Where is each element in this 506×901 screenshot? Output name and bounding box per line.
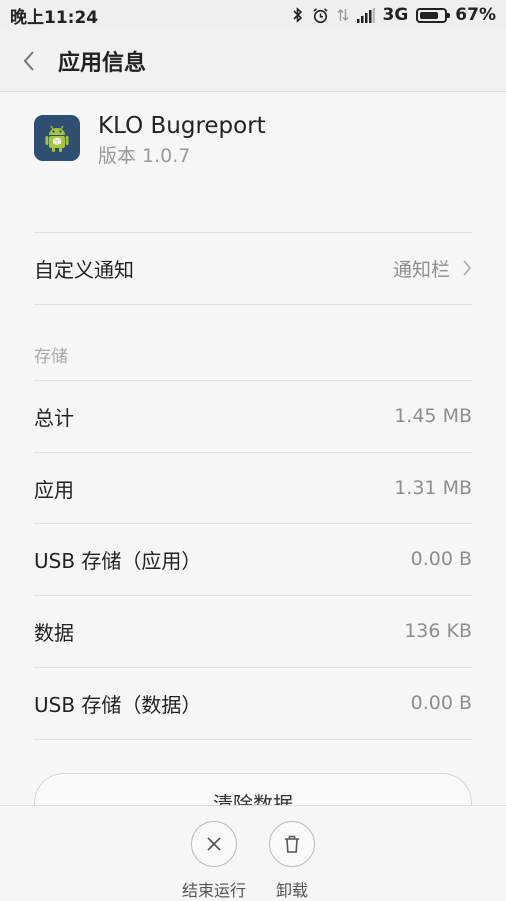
status-time: 晚上11:24: [10, 7, 99, 28]
storage-row-data: 数据 136 KB: [34, 596, 472, 666]
chevron-right-icon: [463, 260, 472, 276]
storage-row-value: 0.00 B: [410, 548, 472, 570]
storage-row-label: 数据: [34, 620, 74, 645]
force-stop-button[interactable]: 结束运行: [169, 821, 259, 901]
app-icon: [34, 115, 80, 161]
app-bar: 应用信息: [0, 30, 506, 92]
storage-row-value: 1.31 MB: [394, 477, 472, 499]
app-name: KLO Bugreport: [98, 113, 266, 139]
storage-row-label: 总计: [34, 405, 74, 430]
chevron-left-icon: [23, 50, 34, 71]
uninstall-label: 卸载: [275, 881, 308, 900]
storage-row-usb-app: USB 存储（应用） 0.00 B: [34, 524, 472, 594]
custom-notification-value: 通知栏: [392, 258, 450, 281]
battery-percent: 67%: [455, 5, 496, 25]
storage-row-usb-data: USB 存储（数据） 0.00 B: [34, 668, 472, 738]
network-type: 3G: [382, 5, 409, 25]
app-version: 版本 1.0.7: [98, 145, 191, 167]
page-title: 应用信息: [58, 50, 147, 76]
bluetooth-icon: [292, 7, 304, 23]
signal-icon: [356, 7, 375, 23]
app-info: KLO Bugreport 版本 1.0.7: [34, 112, 266, 170]
custom-notification-label: 自定义通知: [34, 257, 134, 282]
divider: [34, 739, 472, 740]
storage-row-label: USB 存储（数据）: [34, 692, 202, 717]
storage-row-value: 1.45 MB: [394, 405, 472, 427]
battery-icon: [416, 7, 451, 23]
status-icons: 3G 67%: [292, 5, 496, 25]
data-transfer-icon: [337, 7, 349, 23]
storage-row-value: 136 KB: [404, 620, 472, 642]
force-stop-label: 结束运行: [181, 881, 246, 900]
status-bar: 晚上11:24 3G 67%: [0, 0, 506, 30]
storage-row-label: USB 存储（应用）: [34, 548, 202, 573]
back-button[interactable]: [0, 30, 58, 92]
storage-row-value: 0.00 B: [410, 692, 472, 714]
alarm-icon: [312, 7, 329, 24]
storage-section-label: 存储: [34, 347, 68, 367]
close-icon: [191, 821, 237, 867]
android-icon: [45, 125, 69, 152]
custom-notification-row[interactable]: 自定义通知 通知栏: [34, 233, 472, 303]
bottom-action-bar: 结束运行 卸载: [0, 805, 506, 900]
storage-row-total: 总计 1.45 MB: [34, 381, 472, 451]
uninstall-button[interactable]: 卸载: [247, 821, 337, 901]
trash-icon: [269, 821, 315, 867]
storage-row-label: 应用: [34, 477, 74, 502]
storage-row-app: 应用 1.31 MB: [34, 453, 472, 523]
divider: [34, 304, 472, 305]
